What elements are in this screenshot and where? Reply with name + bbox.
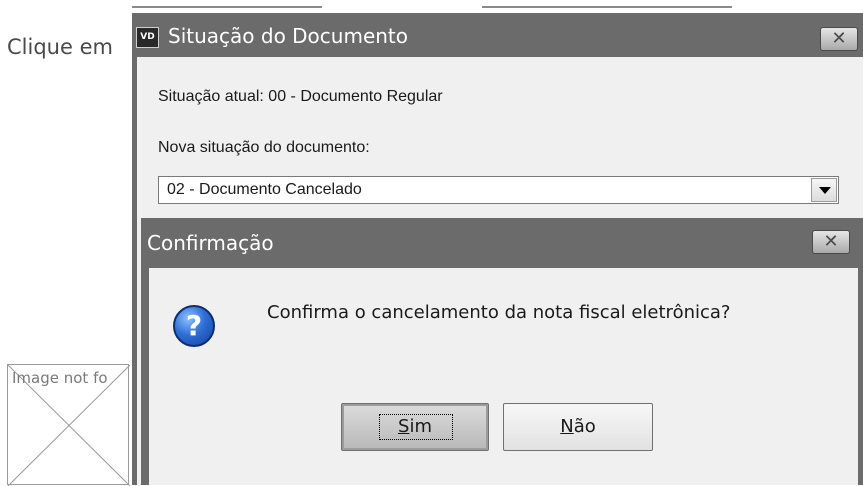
document-status-titlebar[interactable]: VD Situação do Documento ✕	[132, 13, 863, 57]
current-status-label: Situação atual: 00 - Documento Regular	[158, 88, 443, 105]
broken-image-alt-text: Image not fo	[12, 369, 108, 387]
yes-button[interactable]: Sim	[341, 403, 489, 451]
close-icon: ✕	[823, 231, 839, 252]
confirmation-dialog: Confirmação ✕ ? Confirma o cancelamento …	[141, 218, 863, 485]
focus-rectangle	[379, 414, 453, 440]
new-status-select[interactable]: 02 - Documento Cancelado	[158, 176, 839, 204]
no-button-label: ão	[573, 416, 596, 437]
chevron-down-icon[interactable]	[811, 178, 837, 202]
dialog-title: Confirmação	[147, 231, 274, 255]
close-dialog-button[interactable]: ✕	[812, 230, 850, 254]
confirmation-titlebar[interactable]: Confirmação ✕	[141, 218, 863, 268]
background-text-fragment	[132, 6, 322, 8]
question-icon: ?	[173, 305, 215, 347]
close-icon: ✕	[831, 28, 847, 49]
page-instruction-text: Clique em	[7, 35, 113, 59]
background-text-fragment	[482, 6, 732, 8]
new-status-selected-value: 02 - Documento Cancelado	[167, 181, 362, 198]
confirmation-body: ? Confirma o cancelamento da nota fiscal…	[149, 268, 858, 485]
no-button[interactable]: Não	[503, 403, 653, 451]
confirmation-message: Confirma o cancelamento da nota fiscal e…	[267, 302, 731, 323]
app-logo-icon: VD	[136, 27, 159, 48]
window-title: Situação do Documento	[168, 24, 409, 48]
close-window-button[interactable]: ✕	[820, 27, 858, 51]
broken-image-placeholder: Image not fo	[7, 364, 130, 486]
background-page-strip	[132, 0, 863, 13]
no-button-mnemonic: N	[560, 416, 574, 437]
new-status-label: Nova situação do documento:	[158, 139, 370, 156]
